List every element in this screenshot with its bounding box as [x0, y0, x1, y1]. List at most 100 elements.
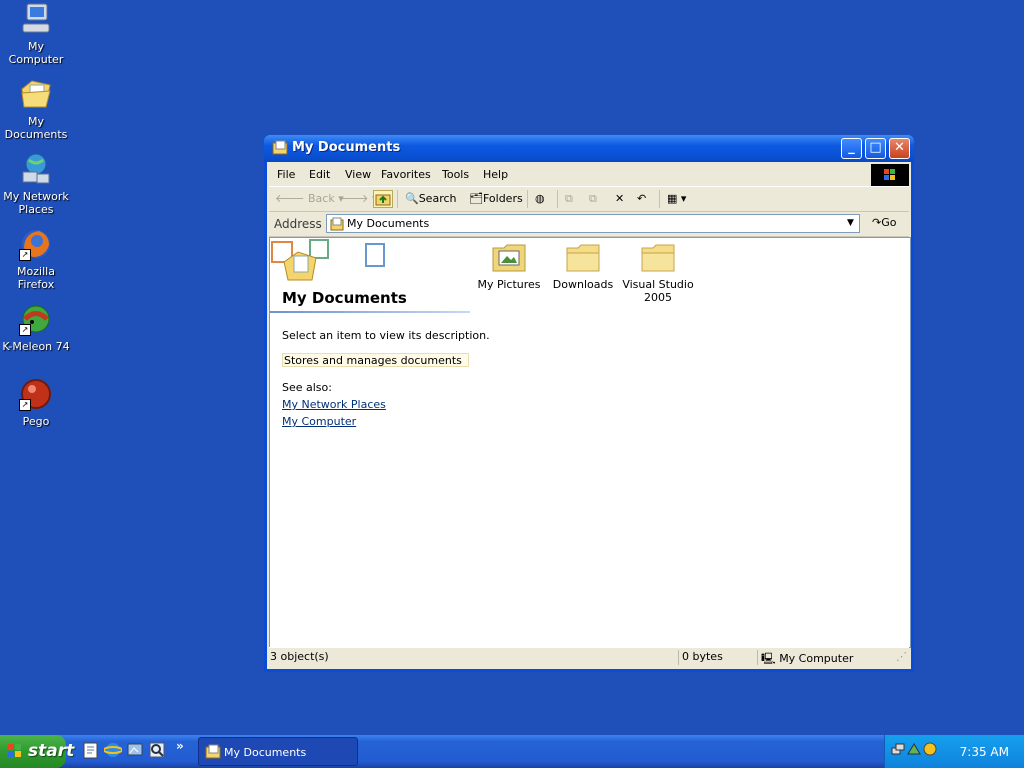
start-button[interactable]: start: [0, 735, 74, 768]
folder-item-my-pictures[interactable]: My Pictures: [469, 242, 549, 291]
quicklaunch-notepad-icon[interactable]: [82, 741, 100, 759]
minimize-icon: _: [848, 140, 855, 155]
quicklaunch-desktop-icon[interactable]: [126, 741, 144, 759]
delete-button[interactable]: ✕: [615, 190, 624, 208]
folder-icon: [641, 242, 675, 272]
chevron-down-icon: ▼: [847, 218, 854, 228]
copy-to-button[interactable]: ⧉: [589, 190, 597, 208]
link-my-network-places[interactable]: My Network Places: [282, 398, 386, 411]
back-button[interactable]: 🡐 Back ▾: [275, 190, 344, 208]
see-also-label: See also:: [282, 381, 332, 394]
address-bar: Address My Documents ▼ ↷Go: [269, 212, 909, 237]
desktop-icon-label: My Computer: [8, 40, 64, 66]
start-label: start: [28, 741, 75, 761]
my-documents-banner-icon: [270, 238, 390, 288]
folders-icon: 🗂: [469, 192, 483, 205]
menu-view[interactable]: View: [345, 168, 371, 181]
forward-arrow-icon: 🡒: [339, 192, 369, 205]
search-icon: 🔍: [405, 192, 419, 205]
address-dropdown-button[interactable]: ▼: [843, 216, 858, 231]
tray-update-icon[interactable]: [907, 742, 921, 756]
views-button[interactable]: ▦ ▾: [667, 190, 686, 208]
quicklaunch-search-icon[interactable]: [148, 741, 166, 759]
views-grid-icon: ▦: [667, 192, 678, 205]
folder-item-downloads[interactable]: Downloads: [543, 242, 623, 291]
folders-button[interactable]: 🗂Folders: [469, 190, 523, 208]
menu-tools[interactable]: Tools: [442, 168, 469, 181]
folder-icon: [566, 242, 600, 272]
menu-edit[interactable]: Edit: [309, 168, 330, 181]
up-folder-button[interactable]: [373, 190, 393, 208]
desktop-icon-pego[interactable]: ↗ Pego: [0, 377, 72, 428]
status-size: 0 bytes: [682, 650, 723, 663]
menu-favorites[interactable]: Favorites: [381, 168, 431, 181]
taskbar-button-my-documents[interactable]: My Documents: [198, 737, 358, 766]
undo-button[interactable]: ↶: [637, 190, 646, 208]
close-button[interactable]: ✕: [889, 138, 910, 159]
delete-x-icon: ✕: [615, 192, 625, 205]
windows-logo-icon: [8, 744, 22, 758]
desktop-icon-network-places[interactable]: My Network Places: [0, 152, 72, 216]
my-documents-icon: [330, 217, 344, 231]
shortcut-arrow-icon: ↗: [19, 399, 31, 411]
quicklaunch-more-chevron-icon[interactable]: »: [176, 739, 184, 753]
menu-file[interactable]: File: [277, 168, 295, 181]
my-documents-icon: [272, 140, 288, 155]
move-to-button[interactable]: ⧉: [565, 190, 573, 208]
windows-logo-icon: [871, 164, 909, 186]
shortcut-arrow-icon: ↗: [19, 324, 31, 336]
status-divider: [678, 650, 679, 665]
taskbar-button-label: My Documents: [224, 746, 307, 759]
my-documents-icon: [19, 77, 53, 111]
shortcut-arrow-icon: ↗: [19, 249, 31, 261]
link-my-computer[interactable]: My Computer: [282, 415, 356, 428]
folder-label: My Pictures: [477, 278, 541, 291]
go-button[interactable]: ↷Go: [872, 216, 896, 229]
folder-up-icon: [375, 194, 391, 206]
desktop-icon-my-documents[interactable]: My Documents: [0, 77, 72, 141]
clock[interactable]: 7:35 AM: [960, 745, 1009, 759]
computer-icon: 🖳: [761, 652, 776, 665]
title-bar[interactable]: My Documents _ □ ✕: [264, 135, 914, 162]
desktop-icon-label: Mozilla Firefox: [17, 265, 55, 291]
quicklaunch-internet-explorer-icon[interactable]: [103, 741, 123, 759]
panel-divider: [270, 311, 470, 313]
my-computer-icon: [19, 2, 53, 36]
my-pictures-folder-icon: [492, 242, 526, 272]
desktop-icon-label: Pego: [22, 415, 50, 428]
globe-sync-icon: ◍: [535, 192, 545, 205]
sync-button[interactable]: ◍: [535, 190, 545, 208]
tray-security-icon[interactable]: [923, 742, 937, 756]
desktop-icon-k-meleon[interactable]: ↗ K-Meleon 74: [0, 302, 72, 353]
desktop-icon-label: My Documents: [4, 115, 68, 141]
address-label: Address: [274, 217, 322, 231]
status-bar: 3 object(s) 0 bytes 🖳 My Computer ⋰: [269, 647, 909, 667]
undo-icon: ↶: [637, 192, 647, 205]
search-button[interactable]: 🔍Search: [405, 190, 457, 208]
folder-label: Visual Studio 2005: [622, 278, 694, 304]
folder-item-visual-studio-2005[interactable]: Visual Studio 2005: [618, 242, 698, 304]
address-field[interactable]: My Documents ▼: [326, 214, 860, 233]
copy-to-icon: ⧉: [589, 192, 597, 205]
toolbar-separator: [557, 190, 558, 208]
desktop-icon-label: My Network Places: [3, 190, 69, 216]
minimize-button[interactable]: _: [841, 138, 862, 159]
k-meleon-icon: ↗: [19, 302, 53, 336]
forward-button[interactable]: 🡒 ▾: [339, 190, 378, 208]
menu-help[interactable]: Help: [483, 168, 508, 181]
my-documents-icon: [205, 744, 221, 759]
resize-grip-icon[interactable]: ⋰: [896, 650, 907, 663]
desktop-icon-label: K-Meleon 74: [2, 340, 70, 353]
desktop-icon-firefox[interactable]: ↗ Mozilla Firefox: [0, 227, 72, 291]
network-places-icon: [19, 152, 53, 186]
desktop-icon-my-computer[interactable]: My Computer: [0, 2, 72, 66]
desktop: { "desktop": { "icons": [ {"label": "My …: [0, 0, 1024, 768]
folder-view: My Documents Select an item to view its …: [269, 237, 911, 648]
status-divider: [757, 650, 758, 665]
tray-network-icon[interactable]: [891, 742, 905, 756]
maximize-button[interactable]: □: [865, 138, 886, 159]
close-icon: ✕: [894, 140, 905, 155]
toolbar-separator: [659, 190, 660, 208]
explorer-window: My Documents _ □ ✕ File Edit View Favori…: [264, 135, 914, 672]
status-object-count: 3 object(s): [270, 650, 329, 663]
